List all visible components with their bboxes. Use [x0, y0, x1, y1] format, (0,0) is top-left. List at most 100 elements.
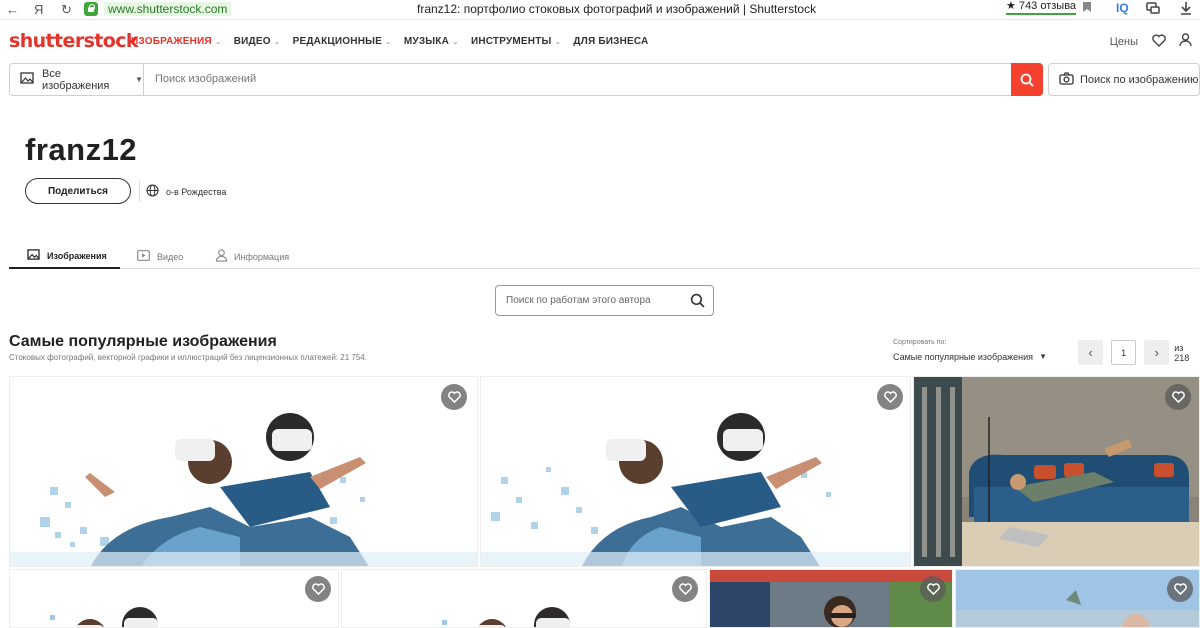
image-card[interactable]: [955, 569, 1200, 628]
back-icon[interactable]: ←: [6, 2, 19, 17]
chevron-down-icon: ⌄: [452, 37, 459, 46]
favorite-button[interactable]: [877, 384, 903, 410]
woman-on-sofa-image: [914, 377, 1199, 566]
prices-link[interactable]: Цены: [1110, 36, 1138, 48]
image-search-button[interactable]: Поиск по изображению: [1048, 63, 1200, 96]
shutterstock-logo[interactable]: shutterstock: [9, 30, 139, 52]
image-card[interactable]: [9, 376, 478, 567]
menu-item[interactable]: ИНСТРУМЕНТЫ ⌄: [471, 36, 561, 47]
author-search-placeholder: Поиск по работам этого автора: [506, 295, 651, 306]
pagination: ‹ 1 › из 218: [1078, 340, 1200, 365]
vr-people-image: [481, 377, 910, 566]
share-button[interactable]: Поделиться: [25, 178, 131, 204]
page-total: из 218: [1174, 342, 1190, 363]
tab-label: Информация: [234, 251, 290, 262]
section-subtitle: Стоковых фотографий, векторной графики и…: [9, 353, 367, 362]
menu-item[interactable]: РЕДАКЦИОННЫЕ ⌄: [293, 36, 392, 47]
address-bar[interactable]: www.shutterstock.com: [84, 0, 232, 18]
chevron-down-icon: ▼: [135, 75, 143, 84]
image-icon: [20, 72, 34, 87]
tab-label: Изображения: [47, 250, 107, 261]
divider: [139, 180, 140, 202]
yandex-icon[interactable]: Я: [34, 2, 43, 17]
woman-on-train-image: [710, 570, 952, 627]
image-card[interactable]: [341, 569, 707, 628]
chevron-down-icon: ⌄: [273, 37, 281, 46]
search-button[interactable]: [1011, 63, 1043, 96]
section-title: Самые популярные изображения: [9, 333, 277, 350]
search-icon: [1020, 73, 1034, 87]
menu-item-label: РЕДАКЦИОННЫЕ: [292, 36, 382, 47]
contributor-name: franz12: [25, 132, 138, 167]
user-icon[interactable]: [1179, 33, 1192, 50]
menu-item-label: ДЛЯ БИЗНЕСА: [573, 36, 649, 47]
heart-icon: [1171, 391, 1185, 403]
chevron-down-icon: ⌄: [214, 37, 222, 46]
site-header: shutterstock ИЗОБРАЖЕНИЯ ⌄ ВИДЕО ⌄ РЕДАКЦИОН…: [0, 21, 1200, 61]
globe-icon: [146, 184, 159, 199]
chevron-down-icon: ⌄: [384, 37, 392, 46]
search-bar: Все изображения ▼: [9, 63, 1043, 96]
outdoor-woman-image: [956, 570, 1199, 627]
prev-page-button[interactable]: ‹: [1078, 340, 1104, 365]
author-search-field[interactable]: Поиск по работам этого автора: [495, 285, 714, 316]
favorite-button[interactable]: [1165, 384, 1191, 410]
menu-item-label: ВИДЕО: [233, 36, 271, 47]
favorite-button[interactable]: [1167, 576, 1193, 602]
image-card[interactable]: [9, 569, 339, 628]
menu-item[interactable]: МУЗЫКА ⌄: [404, 36, 459, 47]
search-icon[interactable]: [690, 293, 705, 311]
play-icon: [137, 250, 150, 263]
favorite-button[interactable]: [920, 576, 946, 602]
chevron-down-icon: ▼: [1039, 352, 1047, 361]
reload-icon[interactable]: ↻: [61, 2, 72, 18]
lock-icon: [84, 2, 98, 16]
next-page-button[interactable]: ›: [1144, 340, 1170, 365]
main-menu: ИЗОБРАЖЕНИЯ ⌄ ВИДЕО ⌄ РЕДАКЦИОННЫЕ ⌄ МУЗЫКА ⌄ ИН…: [131, 36, 660, 47]
location: о-в Рождества: [146, 184, 226, 199]
user-icon: [215, 249, 228, 264]
vr-people-image: [10, 377, 477, 566]
image-type-label: Все изображения: [42, 67, 110, 92]
heart-icon: [1173, 583, 1187, 595]
heart-icon: [883, 391, 897, 403]
menu-item[interactable]: ВИДЕО ⌄: [234, 36, 281, 47]
menu-item-label: ИЗОБРАЖЕНИЯ: [131, 36, 212, 47]
favorite-button[interactable]: [672, 576, 698, 602]
heart-icon: [447, 391, 461, 403]
iq-icon[interactable]: IQ: [1116, 1, 1129, 15]
tab-video[interactable]: Видео: [120, 244, 198, 269]
image-type-dropdown[interactable]: Все изображения ▼: [10, 64, 144, 95]
image-card[interactable]: [913, 376, 1200, 567]
image-card[interactable]: [480, 376, 911, 567]
favorite-button[interactable]: [441, 384, 467, 410]
page-input[interactable]: 1: [1111, 340, 1137, 365]
heart-icon: [311, 583, 325, 595]
heart-icon: [926, 583, 940, 595]
reviews-badge[interactable]: ★ 743 отзыва: [1006, 0, 1077, 15]
sort-dropdown[interactable]: Самые популярные изображения ▼: [893, 352, 1047, 362]
sort-label: Сортировать по:: [893, 339, 947, 346]
bookmark-icon[interactable]: [1082, 1, 1092, 16]
menu-item[interactable]: ИЗОБРАЖЕНИЯ ⌄: [131, 36, 222, 47]
tab-images[interactable]: Изображения: [9, 244, 120, 269]
browser-toolbar: ← Я ↻ www.shutterstock.com franz12: порт…: [0, 0, 1200, 20]
search-input[interactable]: [155, 73, 955, 85]
favorite-button[interactable]: [305, 576, 331, 602]
location-label: о-в Рождества: [166, 186, 227, 197]
vr-people-image: [10, 570, 338, 627]
page-title-tab: franz12: портфолио стоковых фотографий и…: [417, 2, 817, 16]
tab-info[interactable]: Информация: [198, 244, 308, 269]
menu-item[interactable]: ДЛЯ БИЗНЕСА: [573, 36, 648, 47]
extension-icon[interactable]: [1146, 1, 1160, 18]
image-card[interactable]: [709, 569, 953, 628]
sort-value: Самые популярные изображения: [893, 352, 1034, 362]
content-tabs: Изображения Видео Информация: [9, 244, 1199, 269]
heart-icon[interactable]: [1152, 33, 1166, 50]
url-text: www.shutterstock.com: [104, 2, 232, 16]
tab-label: Видео: [157, 251, 184, 262]
download-icon[interactable]: [1180, 1, 1192, 18]
chevron-down-icon: ⌄: [554, 37, 562, 46]
heart-icon: [678, 583, 692, 595]
menu-item-label: ИНСТРУМЕНТЫ: [470, 36, 552, 47]
